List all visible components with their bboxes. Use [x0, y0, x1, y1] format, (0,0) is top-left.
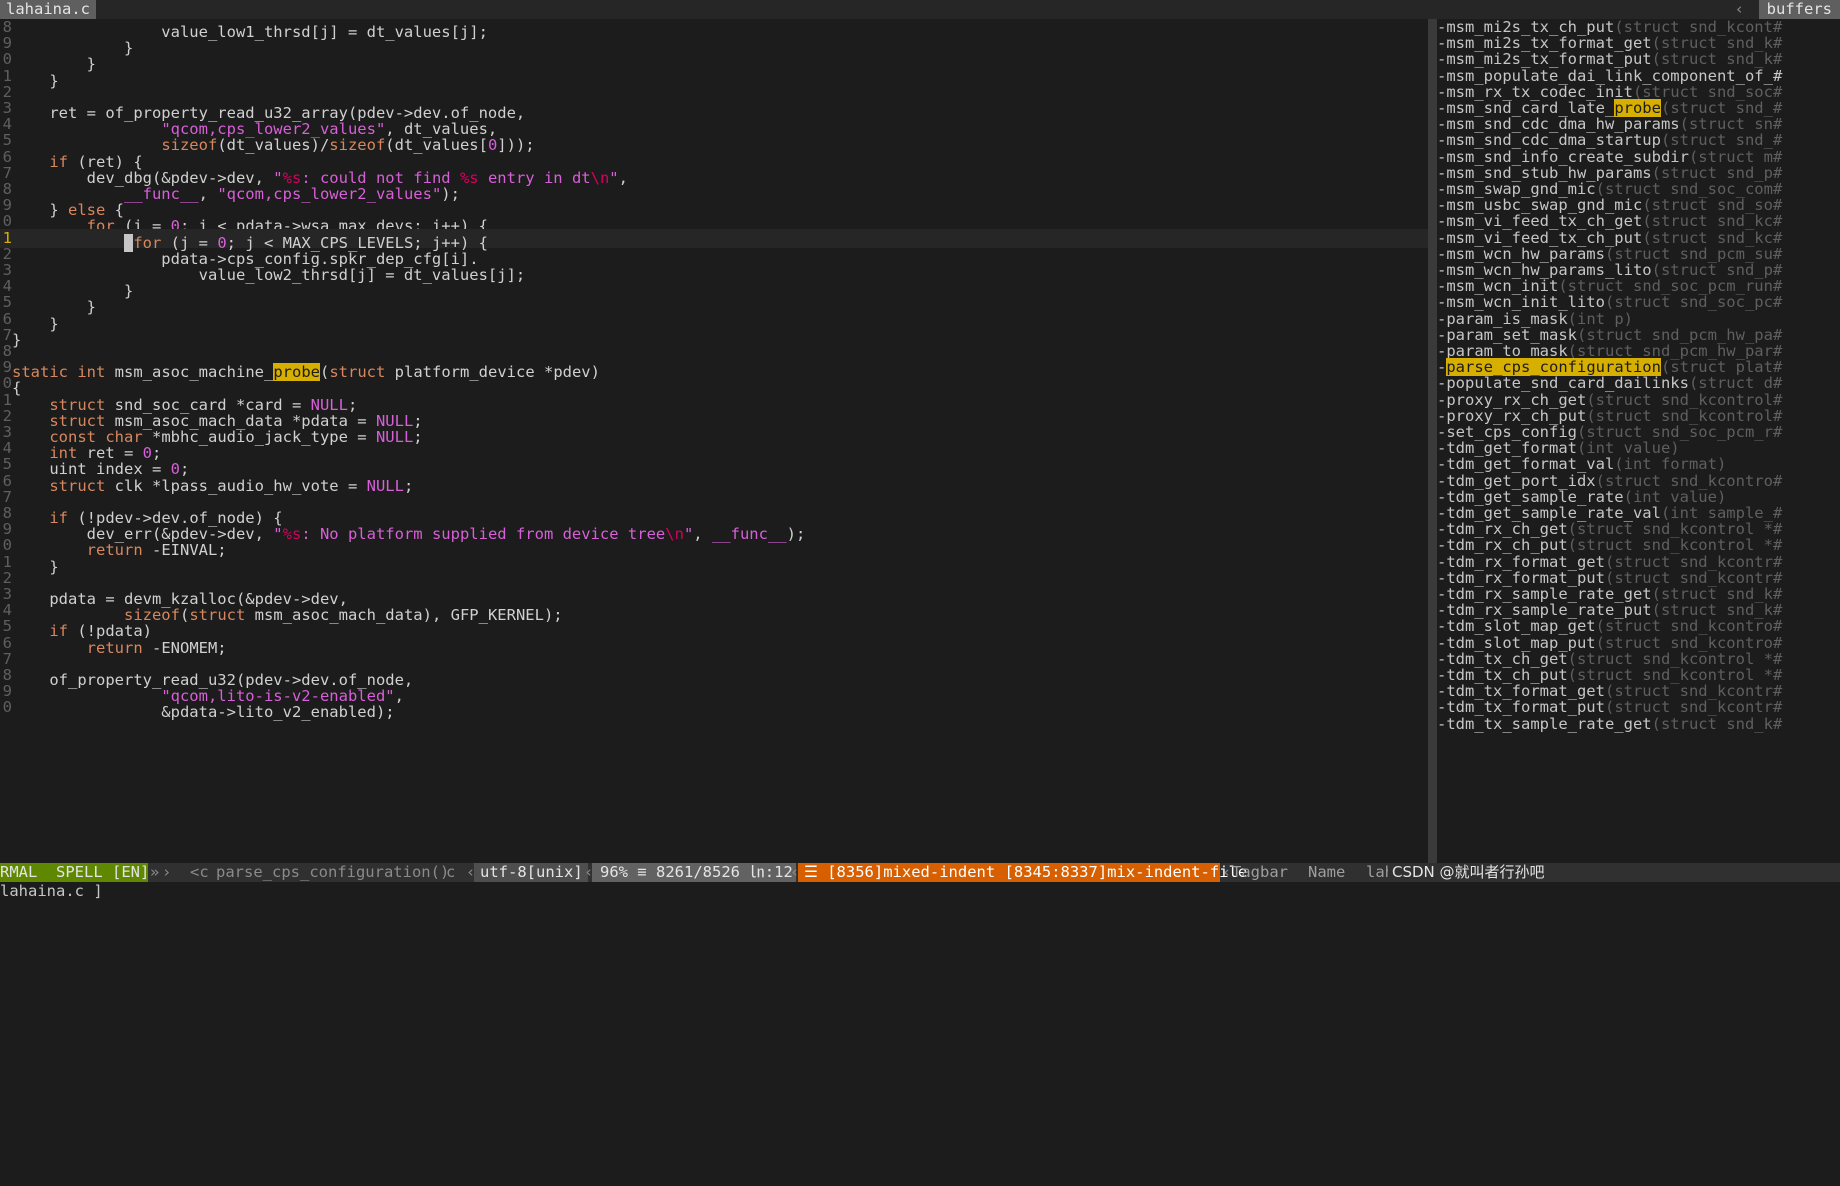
- statusline: RMAL SPELL [EN] » › <c parse_cps_configu…: [0, 863, 1840, 882]
- tabline: lahaina.c ‹ buffers: [0, 0, 1840, 19]
- tabline-separator: ‹: [1734, 0, 1744, 18]
- tagbar-item[interactable]: -tdm_tx_sample_rate_get(struct snd_k#: [1437, 715, 1840, 734]
- code-text: }: [12, 71, 59, 90]
- mode-indicator: RMAL SPELL [EN]: [0, 863, 150, 882]
- tagbar-pane[interactable]: -msm_mi2s_tx_ch_put(struct snd_kcont# -ms…: [1437, 19, 1840, 863]
- filetype: c: [446, 863, 456, 881]
- tagbar-sort-name: Name: [1308, 863, 1346, 881]
- code-editor-pane[interactable]: 8 value_low1_thrsd[j] = dt_values[j]; 9 }…: [0, 19, 1428, 863]
- command-line[interactable]: lahaina.c ]: [0, 882, 1840, 900]
- code-text: return -ENOMEM;: [86, 638, 227, 657]
- code-text: }: [12, 557, 59, 576]
- code-text: struct clk *lpass_audio_hw_vote = NULL;: [49, 476, 414, 495]
- tab-lahaina-c[interactable]: lahaina.c: [0, 0, 96, 19]
- whitespace-warning: ☰ [8356]mixed-indent [8345:8337]mix-inde…: [798, 863, 1247, 882]
- line-number: 0: [2, 698, 12, 717]
- window-split-bar[interactable]: [1428, 19, 1437, 863]
- watermark: CSDN @就叫者行孙吧: [1388, 863, 1549, 882]
- tag-flag: › <c: [162, 863, 209, 881]
- code-line[interactable]: 0 &pdata->lito_v2_enabled);: [0, 698, 395, 721]
- code-text: static int msm_asoc_machine_probe(struct…: [12, 363, 600, 382]
- tagbar-title: Tagbar: [1232, 863, 1288, 881]
- code-line[interactable]: 9static int msm_asoc_machine_probe(struc…: [0, 358, 600, 382]
- code-line[interactable]: 6 struct clk *lpass_audio_hw_vote = NULL…: [0, 472, 414, 495]
- current-function: parse_cps_configuration(): [216, 863, 450, 881]
- code-text: &pdata->lito_v2_enabled);: [12, 703, 395, 722]
- buffers-label[interactable]: buffers: [1758, 0, 1840, 19]
- statusline-separator: ‹: [1222, 863, 1232, 881]
- encoding: utf-8[unix]: [474, 863, 588, 882]
- statusline-arrow: »: [150, 863, 160, 881]
- cursor-position: 96% ≡ 8261/8526 ㏑:12: [592, 863, 796, 882]
- code-text: }: [12, 330, 22, 349]
- code-line[interactable]: 6 return -ENOMEM;: [0, 634, 227, 657]
